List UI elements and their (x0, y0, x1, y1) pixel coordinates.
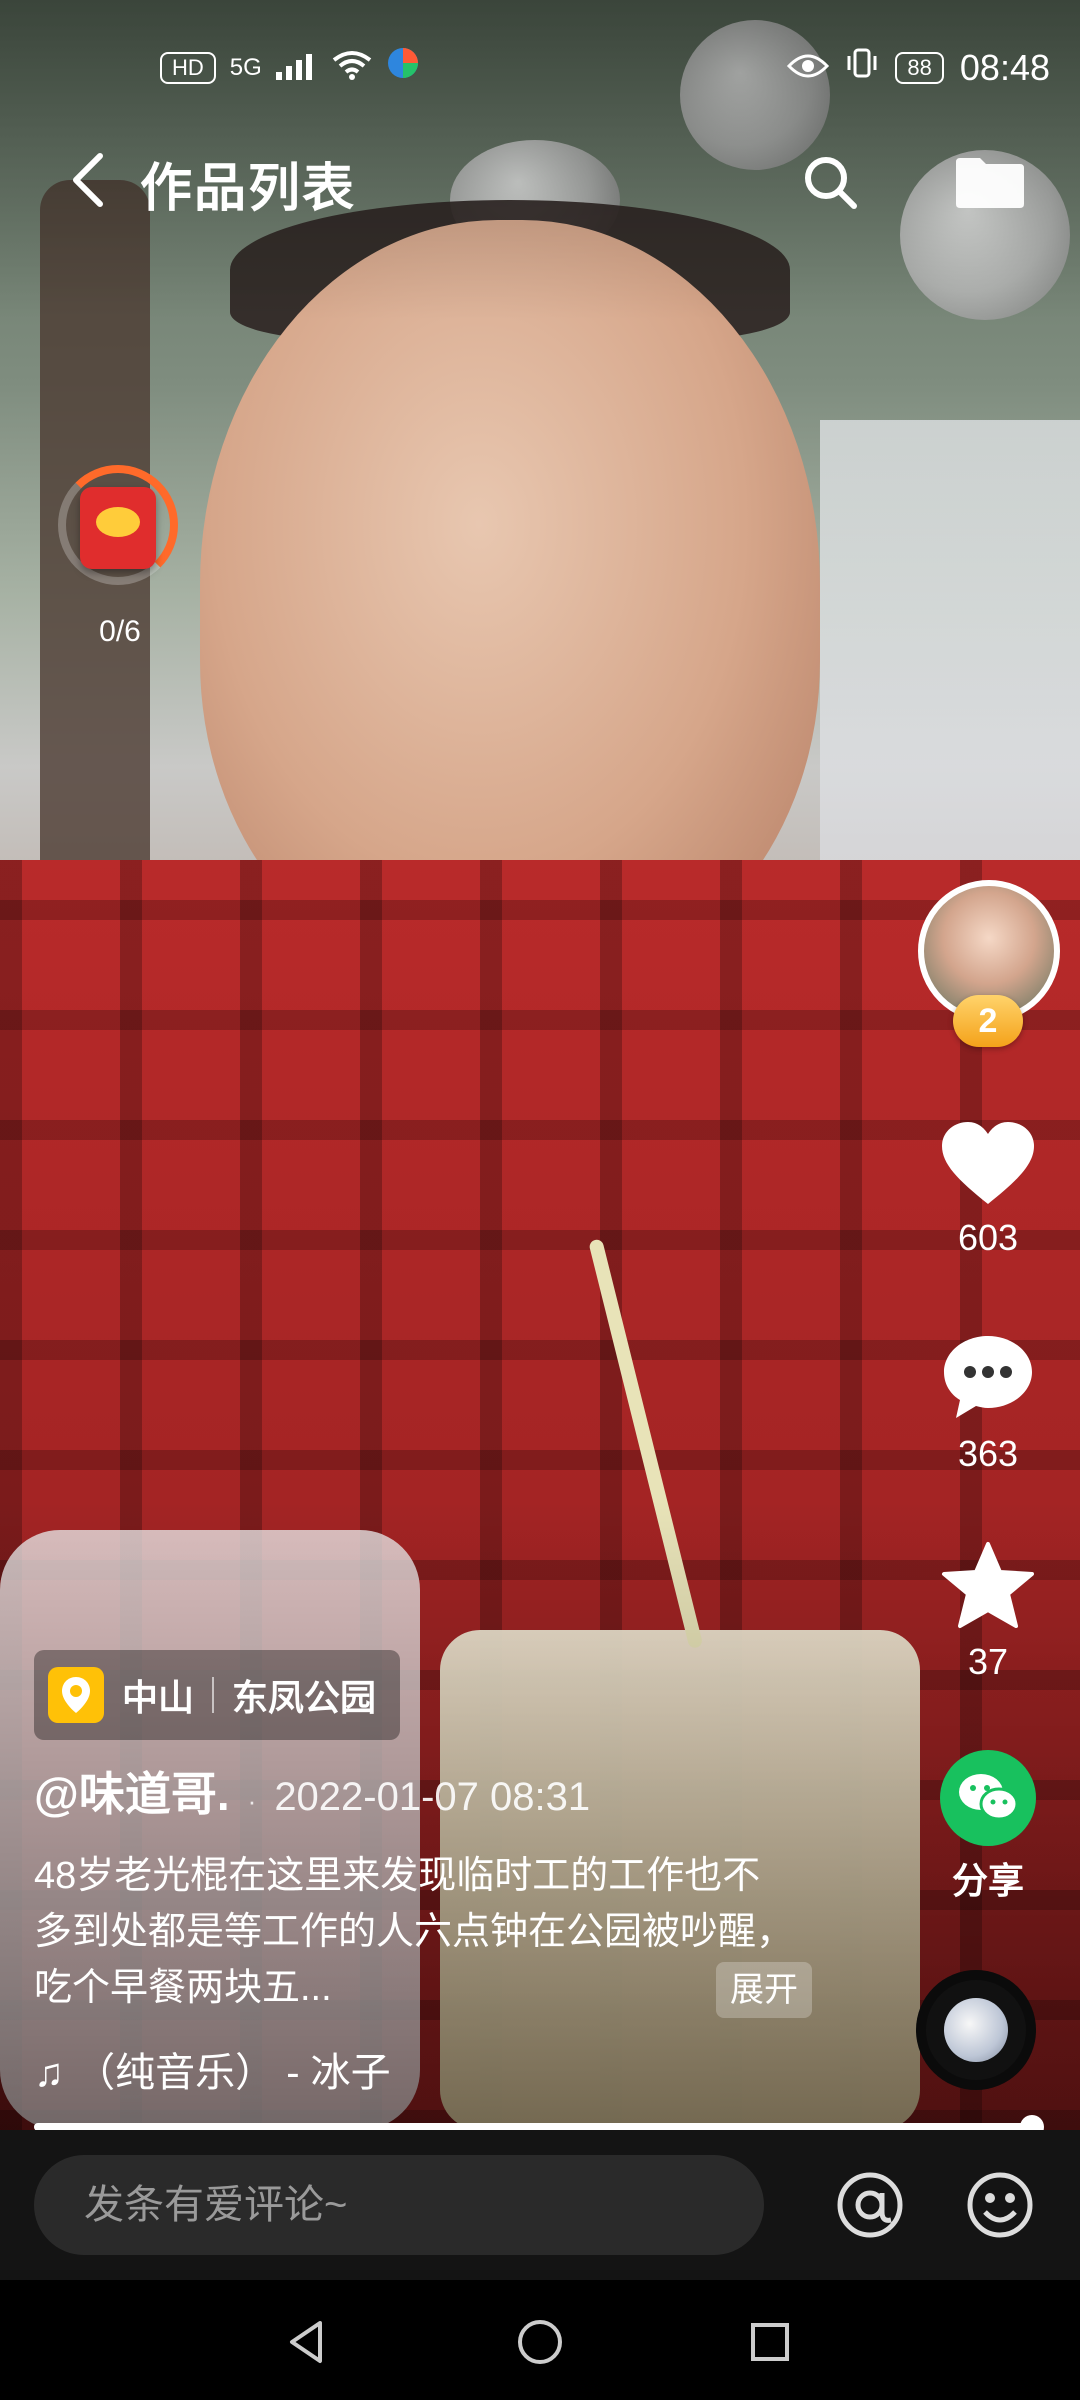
system-nav-bar (0, 2280, 1080, 2400)
expand-button[interactable]: 展开 (716, 1962, 812, 2018)
favorite-count: 37 (967, 1641, 1009, 1682)
red-packet-widget[interactable]: 0/6 (58, 465, 178, 648)
avatar-badge: 2 (953, 995, 1023, 1047)
favorite-button[interactable]: 37 (918, 1540, 1058, 1683)
back-button[interactable] (58, 140, 118, 220)
red-packet-count: 0/6 (99, 615, 141, 648)
heart-icon (942, 1122, 1034, 1204)
comment-button[interactable]: 363 (918, 1332, 1058, 1475)
signal-icon (275, 47, 318, 89)
comment-bar: 发条有爱评论~ (0, 2130, 1080, 2280)
top-nav: 作品列表 (0, 130, 1080, 230)
search-icon (805, 157, 857, 209)
location-pin-icon (48, 1667, 104, 1723)
like-count: 603 (957, 1217, 1019, 1258)
hd-indicator: HD (160, 51, 216, 84)
music-disc-button[interactable] (916, 1970, 1036, 2090)
nav-back-button[interactable] (262, 2302, 352, 2382)
folder-icon (956, 158, 1024, 208)
emoji-button[interactable] (950, 2155, 1050, 2255)
location-city: 中山 (122, 1677, 195, 1718)
mention-button[interactable] (820, 2155, 920, 2255)
comment-count: 363 (957, 1433, 1019, 1474)
comment-input[interactable]: 发条有爱评论~ (34, 2155, 764, 2255)
at-icon (837, 2172, 903, 2238)
location-chip[interactable]: 中山 东凤公园 (34, 1650, 401, 1740)
battery-indicator: 88 (895, 51, 944, 84)
comment-icon (944, 1336, 1032, 1418)
circle-home-icon (518, 2320, 562, 2364)
wifi-icon (332, 47, 372, 89)
music-cover-image (944, 1998, 1008, 2062)
location-separator (212, 1677, 215, 1713)
square-recents-icon (751, 2323, 789, 2361)
star-icon (942, 1542, 1034, 1628)
chevron-left-icon (73, 153, 103, 207)
nav-home-button[interactable] (495, 2302, 585, 2382)
search-button[interactable] (780, 142, 880, 222)
page-title: 作品列表 (140, 160, 357, 218)
smile-icon (967, 2172, 1033, 2238)
location-place: 东凤公园 (232, 1677, 377, 1718)
red-envelope-icon (80, 487, 156, 569)
wechat-share-icon (940, 1750, 1036, 1846)
music-title[interactable]: ♫ （纯音乐） - 冰子 (34, 2040, 391, 2098)
triangle-back-icon (290, 2321, 322, 2363)
post-datetime: 2022-01-07 08:31 (274, 1775, 591, 1819)
share-label: 分享 (951, 1860, 1024, 1901)
network-indicator: 5G (229, 53, 262, 81)
like-button[interactable]: 603 (918, 1120, 1058, 1259)
dot-separator: · (247, 1786, 257, 1816)
eye-comfort-icon (787, 47, 830, 89)
author-name[interactable]: @味道哥. (34, 1768, 230, 1820)
status-bar: HD 5G 88 08:48 (0, 28, 1080, 108)
post-description: 48岁老光棍在这里来发现临时工的工作也不多到处都是等工作的人六点钟在公园被吵醒，… (34, 1855, 795, 2009)
vibrate-icon (845, 46, 879, 89)
nav-recents-button[interactable] (725, 2302, 815, 2382)
status-time: 08:48 (959, 46, 1050, 88)
collection-button[interactable] (940, 142, 1040, 222)
share-button[interactable]: 分享 (918, 1750, 1058, 1904)
author-line: @味道哥. · 2022-01-07 08:31 (34, 1758, 590, 1824)
app-notification-icon (386, 46, 420, 89)
